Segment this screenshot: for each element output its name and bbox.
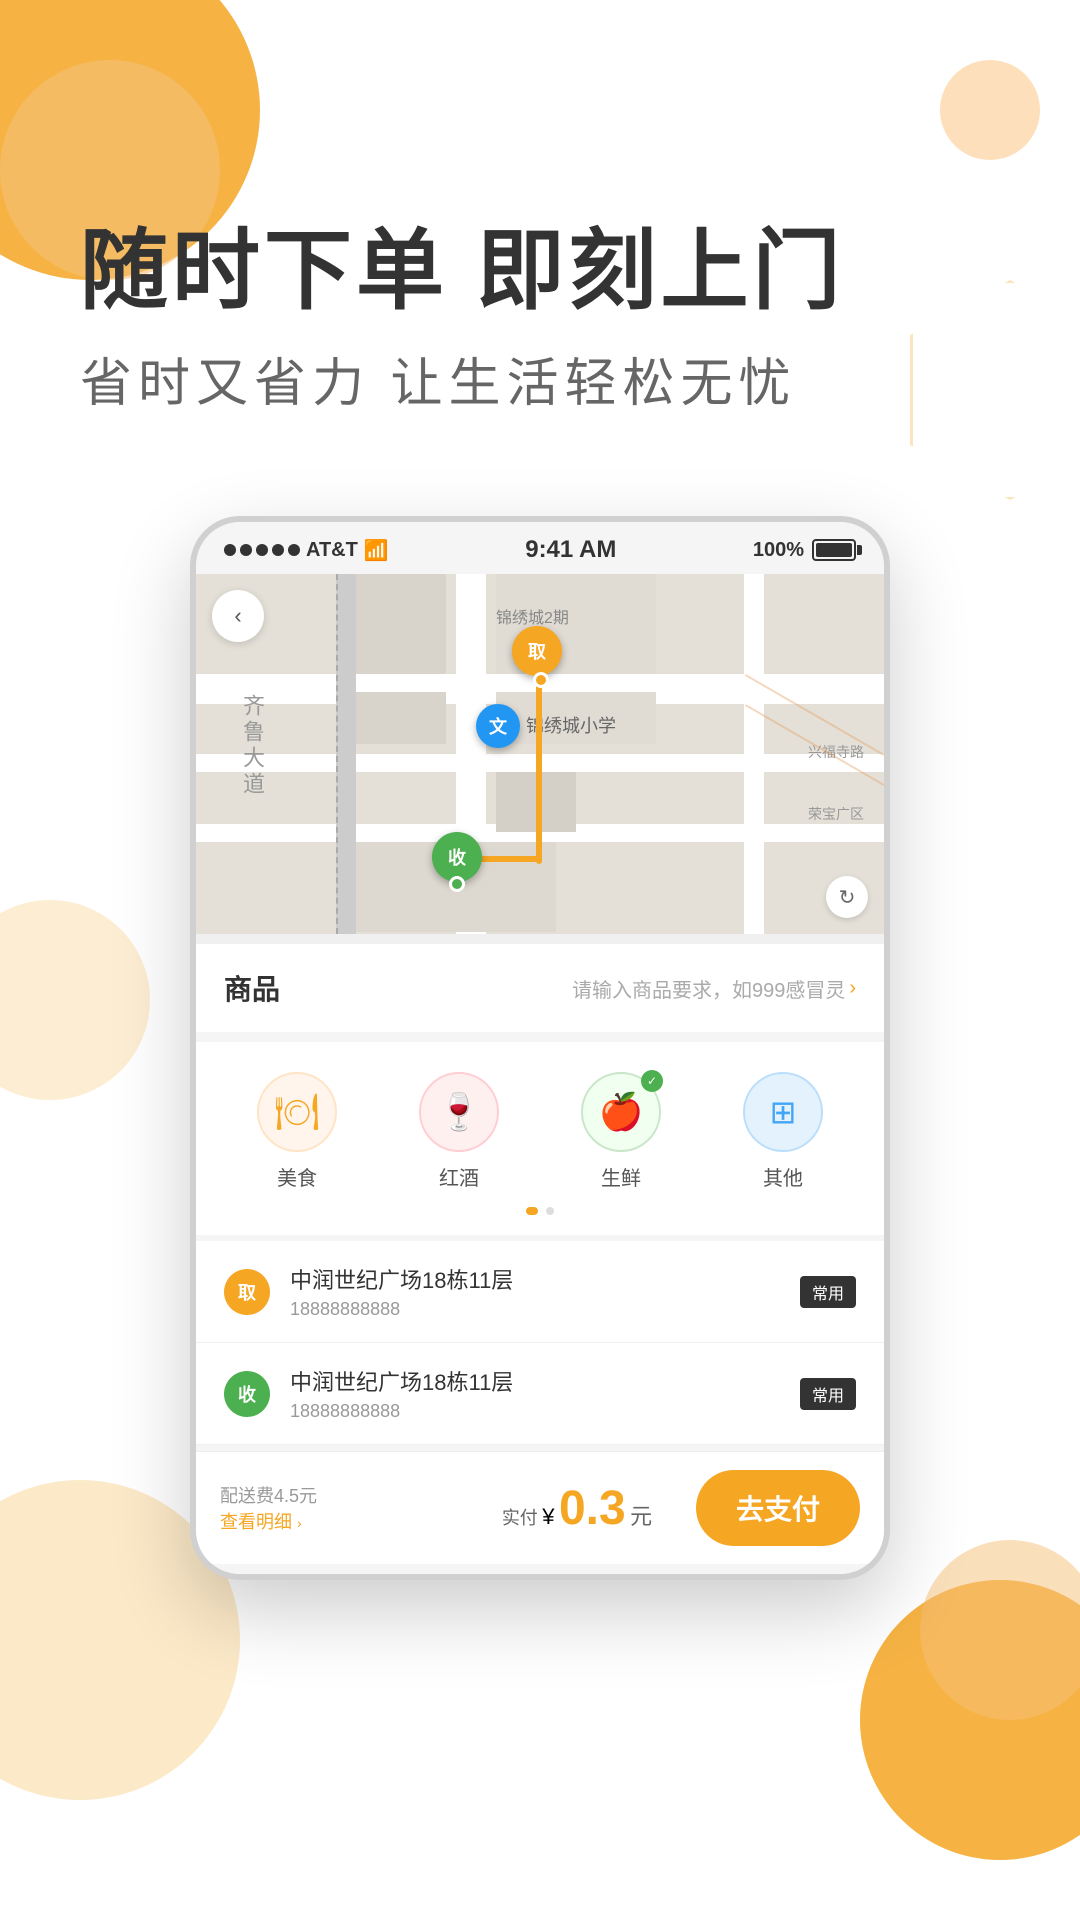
category-fresh[interactable]: 🍎 ✓ 生鲜 [581, 1072, 661, 1191]
other-icon: ⊞ [770, 1093, 797, 1131]
map-block-2 [356, 692, 446, 744]
phone-container: AT&T 📶 9:41 AM 100% [0, 516, 1080, 1580]
delivery-address-name: 中润世纪广场18栋11层 [290, 1365, 780, 1397]
map-road-v3 [744, 574, 764, 934]
delivery-address-phone: 18888888888 [290, 1401, 780, 1422]
fee-detail-text: 查看明细 [220, 1512, 292, 1532]
pay-button[interactable]: 去支付 [696, 1470, 860, 1546]
pickup-address-tag: 常用 [800, 1276, 856, 1308]
fresh-icon-wrap: 🍎 ✓ [581, 1072, 661, 1152]
phone-mockup: AT&T 📶 9:41 AM 100% [190, 516, 890, 1580]
cultural-marker-label: 文 [489, 713, 507, 739]
hero-subtitle: 省时又省力 让生活轻松无忧 [80, 341, 1000, 416]
delivery-address-tag: 常用 [800, 1378, 856, 1410]
pickup-address-phone: 18888888888 [290, 1299, 780, 1320]
delivery-address-item[interactable]: 收 中润世纪广场18栋11层 18888888888 常用 [196, 1343, 884, 1445]
map-label-street1: 齐鲁大道 [236, 694, 268, 798]
goods-section: 商品 请输入商品要求，如999感冒灵 › [196, 944, 884, 1032]
fee-detail-arrow: › [297, 1515, 302, 1531]
carrier-label: AT&T [306, 539, 358, 562]
fee-section: 配送费4.5元 查看明细 › [220, 1482, 458, 1534]
goods-input-hint[interactable]: 请输入商品要求，如999感冒灵 › [572, 974, 856, 1003]
price-label: 实付 [502, 1508, 538, 1528]
delivery-marker: 收 [432, 832, 482, 882]
map-block-1 [356, 574, 446, 674]
map-area: 锦绣城2期 齐鲁大道 锦绣城小学 兴福寺路 荣宝广区 取 收 文 [196, 574, 884, 934]
delivery-address-marker: 收 [224, 1371, 270, 1417]
map-back-button[interactable]: ‹ [212, 590, 264, 642]
wine-icon: 🍷 [437, 1091, 482, 1133]
phone-bottom-panel: 商品 请输入商品要求，如999感冒灵 › 🍽 美食 [196, 944, 884, 1574]
wine-label: 红酒 [439, 1162, 479, 1191]
fresh-icon: 🍎 [599, 1091, 644, 1133]
fee-label: 配送费4.5元 [220, 1482, 458, 1508]
category-section: 🍽 美食 🍷 红酒 🍎 [196, 1042, 884, 1235]
time-label: 9:41 AM [525, 536, 616, 564]
wine-icon-wrap: 🍷 [419, 1072, 499, 1152]
map-label-area2: 荣宝广区 [808, 804, 864, 824]
pickup-marker: 取 [512, 626, 562, 676]
fee-detail-button[interactable]: 查看明细 › [220, 1508, 302, 1534]
signal-dot-4 [272, 544, 284, 556]
currency-symbol: ¥ [542, 1504, 554, 1529]
battery-icon [812, 539, 856, 561]
hero-section: 随时下单 即刻上门 省时又省力 让生活轻松无忧 [0, 0, 1080, 476]
main-content: 随时下单 即刻上门 省时又省力 让生活轻松无忧 AT&T 📶 [0, 0, 1080, 1580]
fresh-selected-check: ✓ [641, 1070, 663, 1092]
battery-percentage: 100% [753, 539, 804, 562]
address-section: 取 中润世纪广场18栋11层 18888888888 常用 收 中润世纪广场18… [196, 1241, 884, 1445]
fresh-label: 生鲜 [601, 1162, 641, 1191]
goods-hint-text: 请输入商品要求，如999感冒灵 [572, 974, 845, 1003]
signal-dot-3 [256, 544, 268, 556]
cat-dot-active [526, 1207, 538, 1215]
signal-dot-5 [288, 544, 300, 556]
status-bar: AT&T 📶 9:41 AM 100% [196, 522, 884, 574]
status-right: 100% [753, 539, 856, 562]
hero-title: 随时下单 即刻上门 [80, 220, 1000, 321]
cat-dot-2 [546, 1207, 554, 1215]
pickup-marker-label: 取 [528, 638, 546, 664]
other-label: 其他 [763, 1162, 803, 1191]
bottom-payment-bar: 配送费4.5元 查看明细 › 实付 ¥ 0.3 元 [196, 1451, 884, 1564]
status-left: AT&T 📶 [224, 538, 389, 563]
pickup-address-info: 中润世纪广场18栋11层 18888888888 [290, 1263, 780, 1320]
pickup-address-name: 中润世纪广场18栋11层 [290, 1263, 780, 1295]
map-road-v1 [336, 574, 356, 934]
fee-detail-line: 查看明细 › [220, 1508, 458, 1534]
goods-arrow-icon: › [849, 977, 856, 1000]
goods-label: 商品 [224, 968, 280, 1008]
wifi-icon: 📶 [364, 538, 389, 563]
food-icon-wrap: 🍽 [257, 1072, 337, 1152]
bg-shape-bottom-right [860, 1580, 1080, 1860]
cultural-marker: 文 [476, 704, 520, 748]
battery-fill [816, 543, 852, 557]
delivery-address-info: 中润世纪广场18栋11层 18888888888 [290, 1365, 780, 1422]
category-wine[interactable]: 🍷 红酒 [419, 1072, 499, 1191]
category-grid: 🍽 美食 🍷 红酒 🍎 [216, 1072, 864, 1191]
category-pagination [216, 1207, 864, 1215]
other-icon-wrap: ⊞ [743, 1072, 823, 1152]
price-value: 0.3 [559, 1482, 626, 1535]
signal-dots [224, 544, 300, 556]
map-refresh-button[interactable]: ↻ [826, 876, 868, 918]
category-food[interactable]: 🍽 美食 [257, 1072, 337, 1191]
signal-dot-1 [224, 544, 236, 556]
pickup-address-marker: 取 [224, 1269, 270, 1315]
map-label-area1: 锦绣城2期 [496, 604, 569, 628]
food-label: 美食 [277, 1162, 317, 1191]
food-icon: 🍽 [274, 1091, 320, 1133]
pickup-address-item[interactable]: 取 中润世纪广场18栋11层 18888888888 常用 [196, 1241, 884, 1343]
price-section: 实付 ¥ 0.3 元 [458, 1481, 696, 1536]
price-unit: 元 [630, 1504, 652, 1529]
signal-dot-2 [240, 544, 252, 556]
delivery-marker-label: 收 [448, 844, 466, 870]
category-other[interactable]: ⊞ 其他 [743, 1072, 823, 1191]
